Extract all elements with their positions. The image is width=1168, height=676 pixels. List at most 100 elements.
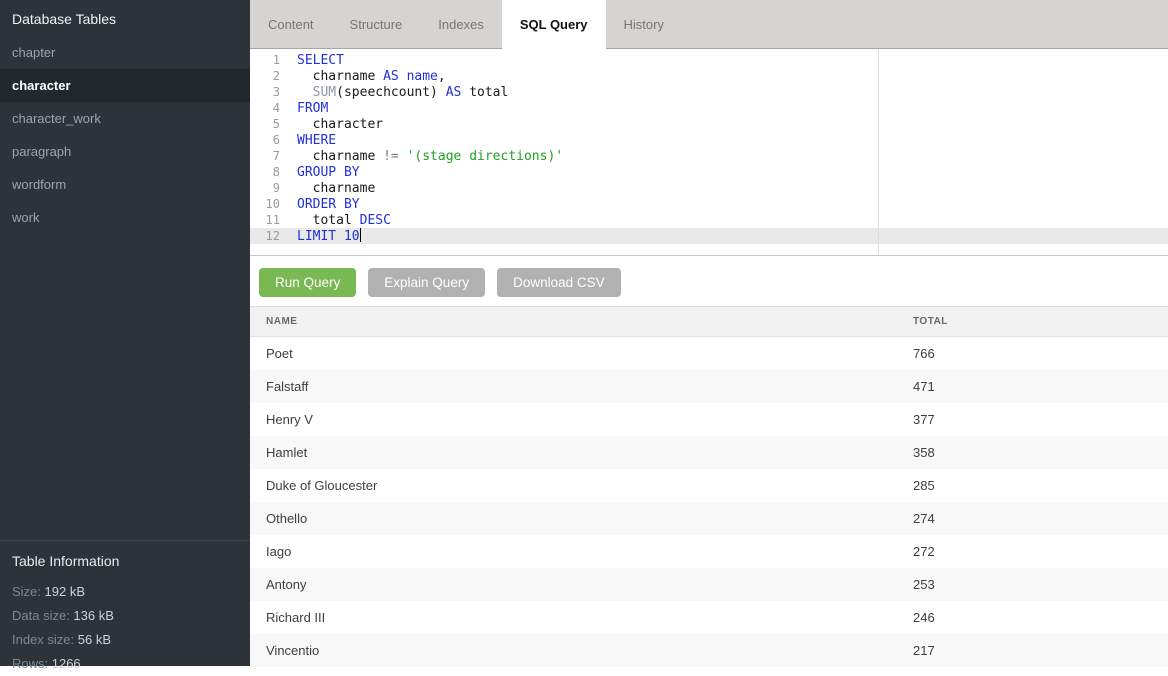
code-text: total DESC: [297, 213, 391, 228]
sidebar-item-paragraph[interactable]: paragraph: [0, 135, 250, 168]
sidebar-item-chapter[interactable]: chapter: [0, 36, 250, 69]
result-row: Richard III 246: [250, 601, 1168, 634]
info-row: Rows: 1266: [12, 652, 238, 676]
line-number: 6: [250, 132, 280, 148]
code-token: (speechcount): [336, 85, 446, 100]
line-number: 5: [250, 116, 280, 132]
result-name-cell: Poet: [250, 346, 913, 361]
line-number: 8: [250, 164, 280, 180]
code-text: LIMIT 10: [297, 229, 361, 244]
code-token: GROUP BY: [297, 165, 360, 180]
code-token: charname: [297, 181, 375, 196]
results-header-row: NAME TOTAL: [250, 306, 1168, 337]
code-line: 2 charname AS name,: [250, 68, 1168, 84]
line-number: 1: [250, 52, 280, 68]
code-token: charname: [297, 69, 383, 84]
code-line: 8 GROUP BY: [250, 164, 1168, 180]
line-number: 7: [250, 148, 280, 164]
result-total-cell: 285: [913, 478, 1168, 493]
result-name-cell: Antony: [250, 577, 913, 592]
code-line: 4FROM: [250, 100, 1168, 116]
code-token: !=: [383, 149, 399, 164]
code-text: character: [297, 117, 383, 132]
sidebar-item-character_work[interactable]: character_work: [0, 102, 250, 135]
editor-ruler-line: [878, 49, 879, 255]
line-number: 4: [250, 100, 280, 116]
info-label: Rows:: [12, 656, 52, 671]
info-label: Size:: [12, 584, 45, 599]
info-value: 136 kB: [73, 608, 113, 623]
line-number: 3: [250, 84, 280, 100]
code-token: [336, 229, 344, 244]
line-number: 10: [250, 196, 280, 212]
code-token: LIMIT: [297, 229, 336, 244]
info-label: Index size:: [12, 632, 78, 647]
code-token: SELECT: [297, 53, 344, 68]
result-total-cell: 274: [913, 511, 1168, 526]
result-row: Hamlet 358: [250, 436, 1168, 469]
tab-structure[interactable]: Structure: [332, 0, 421, 49]
explain-query-button[interactable]: Explain Query: [368, 268, 485, 297]
tab-sql-query[interactable]: SQL Query: [502, 0, 606, 49]
result-total-cell: 377: [913, 412, 1168, 427]
code-token: [399, 69, 407, 84]
result-row: Poet 766: [250, 337, 1168, 370]
table-information-title: Table Information: [12, 553, 238, 569]
sidebar: Database Tables chaptercharactercharacte…: [0, 0, 250, 666]
code-token: SUM: [313, 85, 336, 100]
result-total-cell: 253: [913, 577, 1168, 592]
result-total-cell: 217: [913, 643, 1168, 658]
code-text: charname AS name,: [297, 69, 446, 84]
line-number: 2: [250, 68, 280, 84]
result-name-cell: Hamlet: [250, 445, 913, 460]
code-token: DESC: [360, 213, 391, 228]
sql-editor[interactable]: 1SELECT2 charname AS name,3 SUM(speechco…: [250, 49, 1168, 256]
sidebar-item-work[interactable]: work: [0, 201, 250, 234]
code-token: charname: [297, 149, 383, 164]
result-name-cell: Iago: [250, 544, 913, 559]
run-query-button[interactable]: Run Query: [259, 268, 356, 297]
code-token: total: [297, 213, 360, 228]
code-token: AS: [383, 69, 399, 84]
query-actions-bar: Run Query Explain Query Download CSV: [250, 257, 1168, 306]
code-token: 10: [344, 229, 360, 244]
tab-history[interactable]: History: [606, 0, 682, 49]
result-name-cell: Falstaff: [250, 379, 913, 394]
line-number: 9: [250, 180, 280, 196]
results-header-name: NAME: [250, 316, 913, 327]
result-name-cell: Vincentio: [250, 643, 913, 658]
code-token: [297, 85, 313, 100]
code-line: 6 WHERE: [250, 132, 1168, 148]
sidebar-item-wordform[interactable]: wordform: [0, 168, 250, 201]
code-text: ORDER BY: [297, 197, 360, 212]
code-text: WHERE: [297, 133, 336, 148]
download-csv-button[interactable]: Download CSV: [497, 268, 621, 297]
info-row: Index size: 56 kB: [12, 628, 238, 652]
table-information-panel: Table Information Size: 192 kBData size:…: [0, 540, 250, 666]
info-row: Data size: 136 kB: [12, 604, 238, 628]
code-token: [399, 149, 407, 164]
main-panel: ContentStructureIndexesSQL QueryHistory …: [250, 0, 1168, 666]
code-text: charname: [297, 181, 375, 196]
code-text: GROUP BY: [297, 165, 360, 180]
info-label: Data size:: [12, 608, 73, 623]
code-line: 9 charname: [250, 180, 1168, 196]
code-token: character: [297, 117, 383, 132]
result-total-cell: 358: [913, 445, 1168, 460]
info-value: 192 kB: [45, 584, 85, 599]
result-name-cell: Duke of Gloucester: [250, 478, 913, 493]
tab-content[interactable]: Content: [250, 0, 332, 49]
code-token: WHERE: [297, 133, 336, 148]
line-number: 11: [250, 212, 280, 228]
code-token: name: [407, 69, 438, 84]
result-row: Henry V 377: [250, 403, 1168, 436]
result-name-cell: Othello: [250, 511, 913, 526]
result-row: Falstaff 471: [250, 370, 1168, 403]
info-value: 56 kB: [78, 632, 111, 647]
code-line: 12LIMIT 10: [250, 228, 1168, 244]
sidebar-item-character[interactable]: character: [0, 69, 250, 102]
result-total-cell: 272: [913, 544, 1168, 559]
tab-indexes[interactable]: Indexes: [420, 0, 502, 49]
info-row: Size: 192 kB: [12, 580, 238, 604]
code-text: SUM(speechcount) AS total: [297, 85, 508, 100]
